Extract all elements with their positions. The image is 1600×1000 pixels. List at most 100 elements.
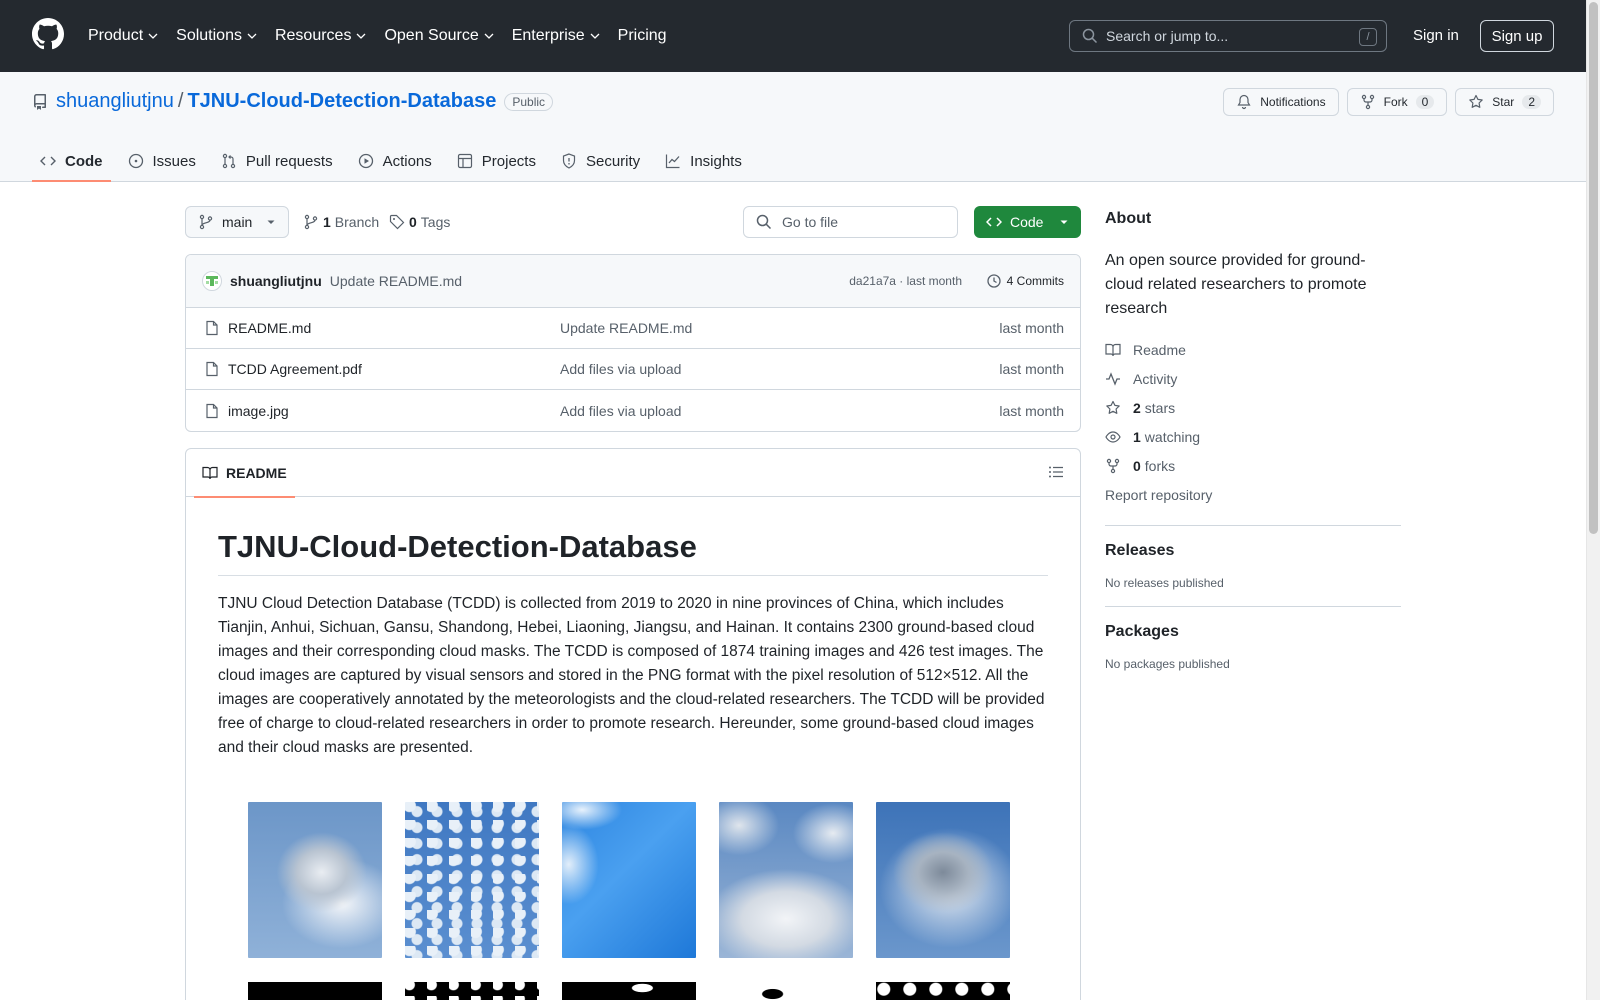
fork-icon (1361, 94, 1374, 110)
caret-down-icon (1060, 220, 1068, 224)
branch-name: main (222, 214, 253, 230)
star-button[interactable]: Star 2 (1455, 88, 1554, 116)
nav-product-label: Product (88, 27, 144, 44)
scrollbar-thumb[interactable] (1589, 2, 1598, 534)
repo-name-link[interactable]: TJNU-Cloud-Detection-Database (187, 90, 496, 113)
tab-projects[interactable]: Projects (449, 140, 544, 182)
search-shortcut-hint: / (1359, 28, 1377, 46)
github-logo-icon[interactable] (32, 18, 64, 50)
tab-insights[interactable]: Insights (657, 140, 750, 182)
issue-icon (128, 153, 143, 169)
forks-count: 0 (1133, 457, 1141, 474)
code-button[interactable]: Code (974, 206, 1081, 238)
notifications-button[interactable]: Notifications (1223, 88, 1339, 116)
search-input[interactable]: Search or jump to... / (1069, 20, 1387, 52)
commits-link[interactable]: 4 Commits (986, 273, 1064, 289)
tab-actions[interactable]: Actions (350, 140, 440, 182)
tab-security[interactable]: Security (553, 140, 648, 182)
search-icon (1082, 28, 1098, 44)
commit-hash-date[interactable]: da21a7a · last month (849, 274, 962, 288)
cloud-mask-image (719, 982, 853, 1000)
cloud-mask-image (876, 982, 1010, 1000)
packages-empty-text: No packages published (1105, 657, 1230, 671)
releases-heading[interactable]: Releases (1105, 542, 1401, 560)
file-commit-message[interactable]: Add files via upload (560, 403, 681, 419)
cloud-mask-image (562, 982, 696, 1000)
tab-issues[interactable]: Issues (120, 140, 204, 182)
divider (1105, 606, 1401, 607)
tab-issues-label: Issues (152, 152, 196, 170)
pulse-icon (1106, 371, 1120, 386)
packages-heading[interactable]: Packages (1105, 623, 1401, 641)
eye-icon (1105, 430, 1121, 443)
commit-message-link[interactable]: Update README.md (330, 273, 462, 289)
book-icon (1105, 343, 1121, 356)
avatar[interactable] (202, 271, 222, 291)
readme-title: TJNU-Cloud-Detection-Database (218, 529, 1048, 576)
sign-in-link[interactable]: Sign in (1413, 27, 1459, 44)
nav-enterprise[interactable]: Enterprise (512, 24, 600, 48)
sign-up-button[interactable]: Sign up (1480, 20, 1554, 52)
file-commit-message[interactable]: Add files via upload (560, 361, 681, 377)
table-row[interactable]: image.jpg Add files via upload last mont… (186, 390, 1080, 431)
repo-actions: Notifications Fork 0 Star 2 (1223, 88, 1554, 116)
readme-link-label: Readme (1133, 341, 1186, 358)
repo-owner-link[interactable]: shuangliutjnu (56, 90, 174, 113)
activity-link[interactable]: Activity (1105, 364, 1401, 393)
nav-resources[interactable]: Resources (275, 24, 366, 48)
branches-link[interactable]: 1 Branch (303, 214, 379, 230)
go-to-file-placeholder: Go to file (782, 214, 839, 230)
cloud-image (248, 802, 382, 958)
repo-path-separator: / (177, 90, 184, 112)
table-row[interactable]: README.md Update README.md last month (186, 308, 1080, 349)
shield-icon (562, 153, 576, 169)
star-icon (1106, 400, 1120, 414)
nav-solutions[interactable]: Solutions (176, 24, 257, 48)
page-scrollbar[interactable] (1586, 0, 1600, 1000)
file-toolbar: main 1 Branch 0 Tags Go to file Code (185, 206, 1081, 238)
file-name-link[interactable]: TCDD Agreement.pdf (228, 361, 362, 377)
go-to-file-input[interactable]: Go to file (743, 206, 958, 238)
readme-link[interactable]: Readme (1105, 335, 1401, 364)
chevron-down-icon (247, 33, 257, 39)
repo-header: shuangliutjnu / TJNU-Cloud-Detection-Dat… (0, 72, 1586, 182)
readme-paragraph: TJNU Cloud Detection Database (TCDD) is … (218, 595, 1045, 756)
commit-author-link[interactable]: shuangliutjnu (230, 273, 322, 289)
list-icon[interactable] (1048, 464, 1064, 480)
tab-code[interactable]: Code (32, 140, 111, 182)
watching-link[interactable]: 1 watching (1105, 422, 1401, 451)
forks-link[interactable]: 0 forks (1105, 451, 1401, 480)
readme-tab[interactable]: README (194, 449, 295, 498)
divider (1105, 525, 1401, 526)
branch-icon (199, 214, 213, 230)
fork-button[interactable]: Fork 0 (1346, 88, 1448, 116)
play-icon (358, 153, 373, 169)
notifications-label: Notifications (1260, 95, 1326, 109)
tab-pull-requests[interactable]: Pull requests (213, 140, 341, 182)
repo-tabs: Code Issues Pull requests Actions Projec… (32, 140, 759, 182)
cloud-image (405, 802, 539, 958)
about-links: Readme Activity 2 stars 1 watching 0 for… (1105, 335, 1401, 509)
fork-count: 0 (1415, 95, 1435, 109)
stars-link[interactable]: 2 stars (1105, 393, 1401, 422)
bell-icon (1237, 94, 1251, 110)
readme-body: TJNU-Cloud-Detection-Database TJNU Cloud… (186, 497, 1080, 1000)
file-list: shuangliutjnu Update README.md da21a7a ·… (185, 254, 1081, 432)
activity-link-label: Activity (1133, 370, 1178, 387)
file-commit-message[interactable]: Update README.md (560, 320, 692, 336)
nav-enterprise-label: Enterprise (511, 27, 585, 44)
forks-label: forks (1144, 457, 1176, 474)
tags-link[interactable]: 0 Tags (389, 214, 450, 230)
nav-product[interactable]: Product (88, 24, 158, 48)
branch-selector[interactable]: main (185, 206, 289, 238)
star-count: 2 (1522, 95, 1541, 109)
caret-down-icon (267, 220, 275, 224)
file-name-link[interactable]: image.jpg (228, 403, 289, 419)
about-description: An open source provided for ground-cloud… (1105, 252, 1367, 317)
nav-open-source-label: Open Source (384, 27, 479, 44)
nav-open-source[interactable]: Open Source (384, 24, 494, 48)
file-name-link[interactable]: README.md (228, 320, 311, 336)
nav-pricing[interactable]: Pricing (618, 24, 667, 48)
table-row[interactable]: TCDD Agreement.pdf Add files via upload … (186, 349, 1080, 390)
report-repository-link[interactable]: Report repository (1105, 480, 1401, 509)
